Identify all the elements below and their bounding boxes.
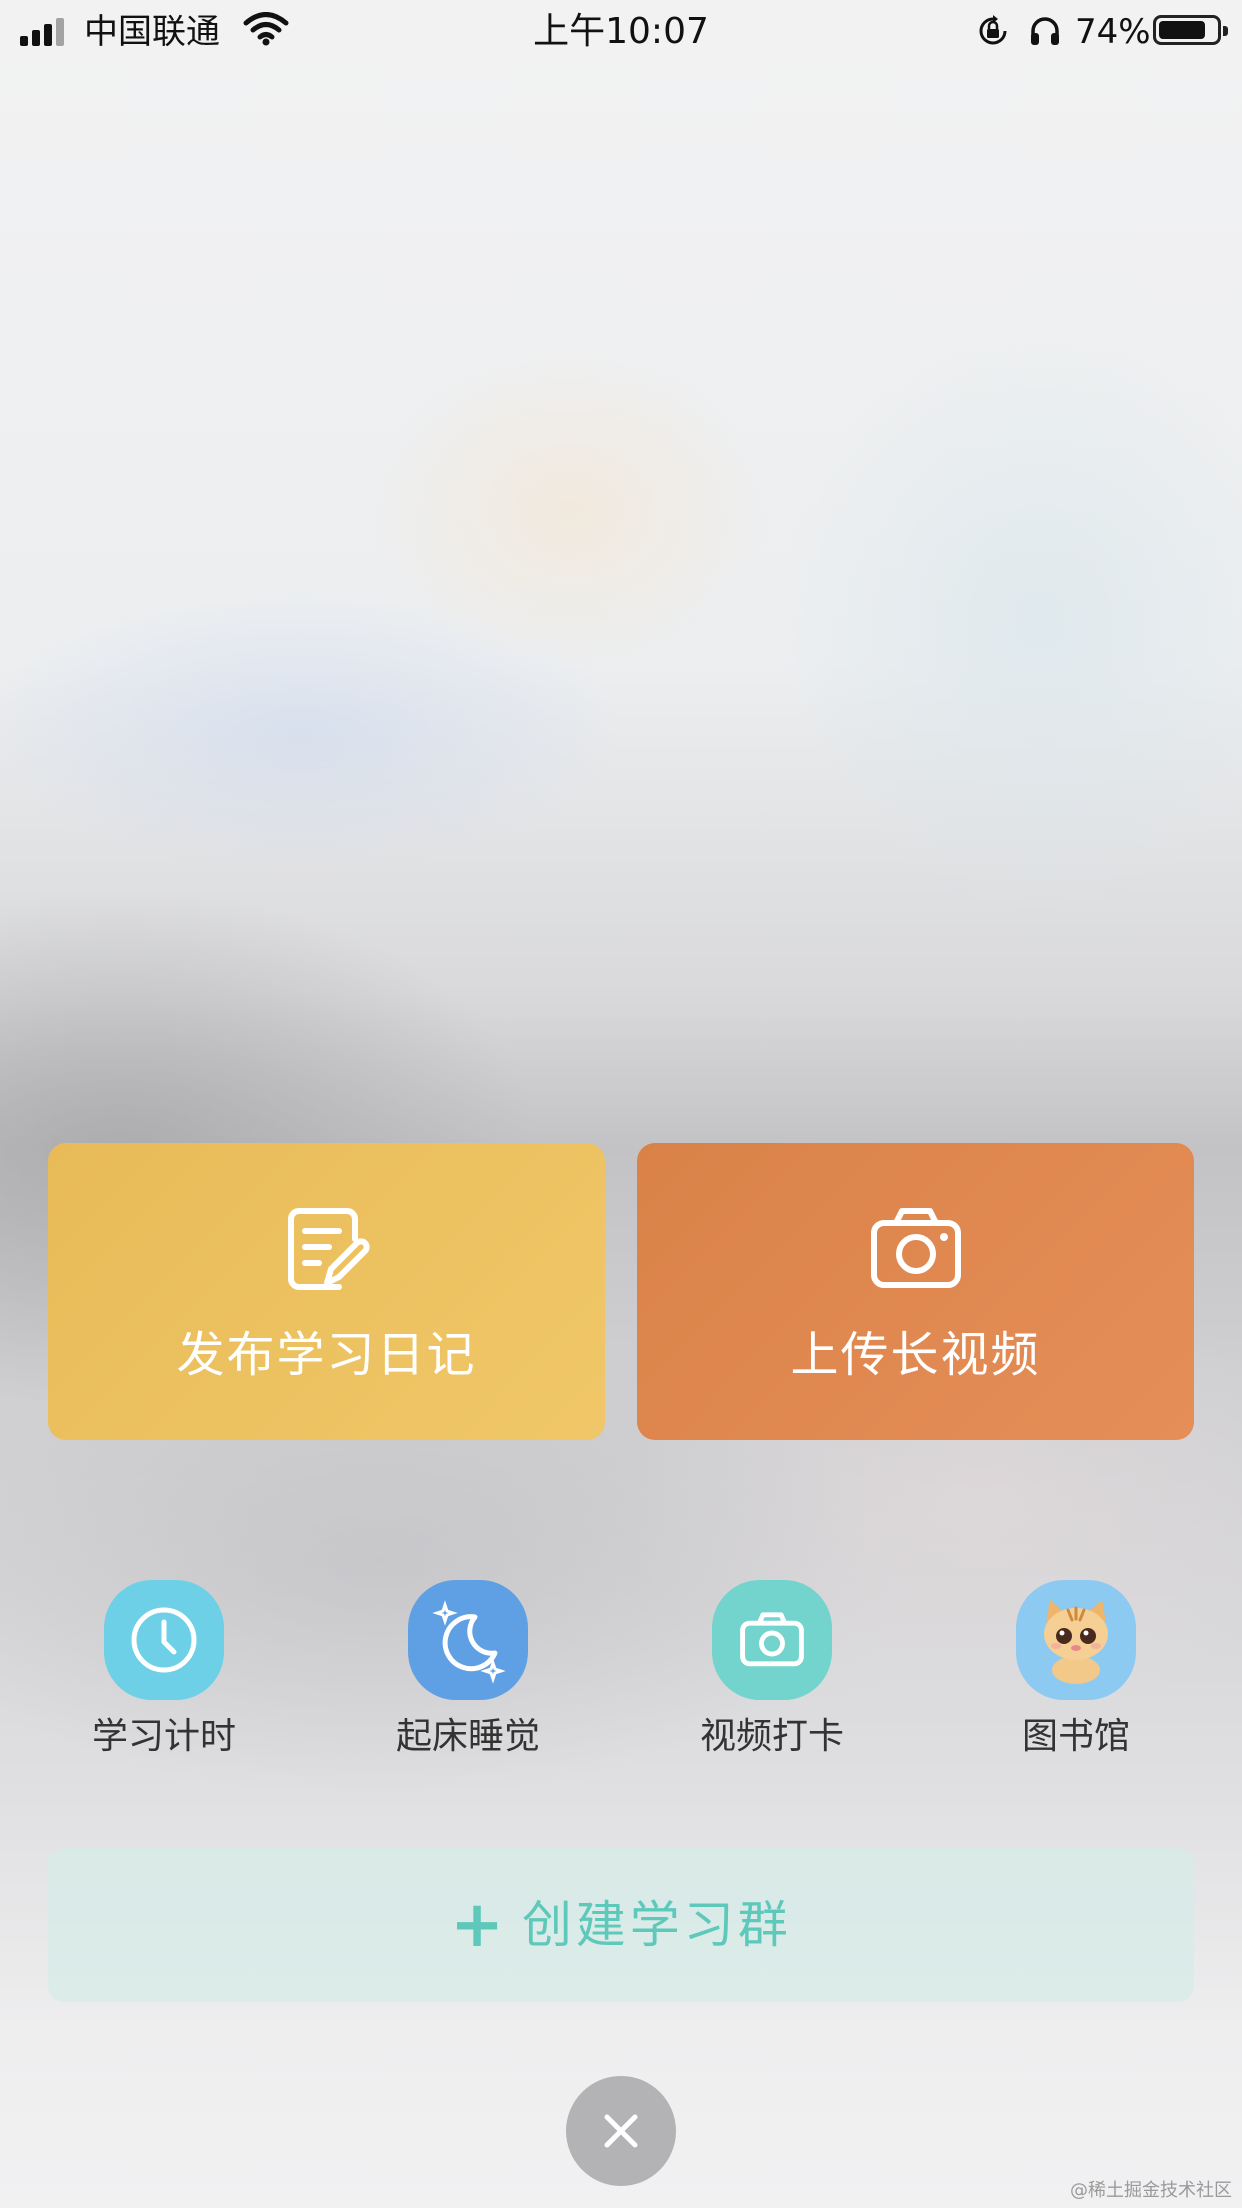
battery-percent: 74% xyxy=(1075,12,1151,52)
close-button[interactable] xyxy=(566,2076,676,2186)
quick-item-label: 起床睡觉 xyxy=(395,1716,540,1757)
moon-stars-icon xyxy=(408,1580,528,1700)
headphones-icon xyxy=(1031,17,1059,45)
quick-item-study-timer[interactable]: 学习计时 xyxy=(64,1580,264,1760)
edit-note-icon xyxy=(287,1208,370,1290)
orientation-lock-icon xyxy=(979,15,1007,45)
upload-video-card[interactable]: 上传长视频 xyxy=(637,1143,1194,1440)
quick-item-sleep[interactable]: 起床睡觉 xyxy=(368,1580,568,1760)
plus-icon: + xyxy=(450,1888,504,1962)
close-icon xyxy=(604,2114,638,2148)
quick-item-label: 学习计时 xyxy=(91,1716,236,1757)
watermark: @稀土掘金技术社区 xyxy=(1070,2180,1232,2201)
create-study-group-label: 创建学习群 xyxy=(521,1896,792,1954)
publish-diary-card[interactable]: 发布学习日记 xyxy=(48,1143,605,1440)
create-study-group-button[interactable]: + 创建学习群 xyxy=(48,1848,1194,2002)
camera-icon xyxy=(870,1208,961,1288)
quick-actions: 学习计时 起床睡觉 视频打卡 图书馆 xyxy=(0,1580,1242,1770)
camera-icon xyxy=(712,1580,832,1700)
cat-avatar-icon xyxy=(1016,1580,1136,1700)
quick-item-library[interactable]: 图书馆 xyxy=(976,1580,1176,1760)
quick-item-video-checkin[interactable]: 视频打卡 xyxy=(672,1580,872,1760)
quick-item-label: 图书馆 xyxy=(1021,1716,1130,1757)
status-bar: 中国联通 上午10:07 74% xyxy=(0,0,1242,64)
publish-diary-label: 发布学习日记 xyxy=(176,1327,477,1383)
clock-icon xyxy=(104,1580,224,1700)
upload-video-label: 上传长视频 xyxy=(790,1327,1041,1383)
battery-icon xyxy=(1153,15,1228,45)
quick-item-label: 视频打卡 xyxy=(699,1716,844,1757)
